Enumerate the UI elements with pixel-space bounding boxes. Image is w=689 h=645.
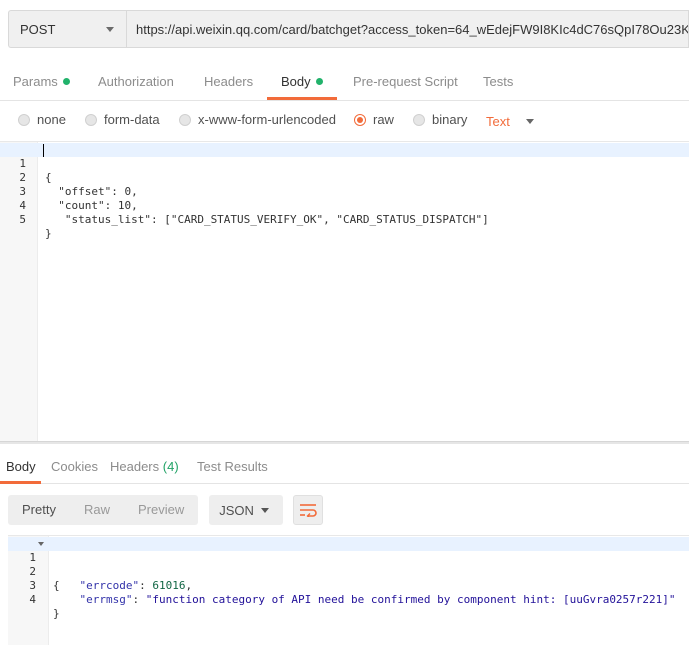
json-key: "errmsg" bbox=[79, 593, 133, 606]
radio-circle-icon bbox=[413, 113, 425, 126]
content-type-label: Text bbox=[486, 114, 510, 129]
url-input[interactable]: https://api.weixin.qq.com/card/batchget?… bbox=[126, 10, 689, 48]
status-dot-icon bbox=[62, 78, 70, 85]
radio-urlencoded-label: x-www-form-urlencoded bbox=[198, 112, 336, 127]
code-text: "errcode": 61016, bbox=[79, 579, 193, 592]
response-tab-test-results[interactable]: Test Results bbox=[197, 459, 268, 474]
line-number: 5 bbox=[19, 213, 26, 226]
tab-authorization[interactable]: Authorization bbox=[98, 74, 174, 89]
radio-raw[interactable]: raw bbox=[354, 112, 394, 127]
code-text: } bbox=[53, 607, 60, 620]
tab-params[interactable]: Params bbox=[13, 74, 70, 89]
radio-binary[interactable]: binary bbox=[413, 112, 467, 127]
raw-button[interactable]: Raw bbox=[70, 495, 124, 525]
request-tabs: Params Authorization Headers Body Pre-re… bbox=[0, 64, 689, 101]
wrap-lines-button[interactable] bbox=[293, 495, 324, 525]
radio-form-data[interactable]: form-data bbox=[85, 112, 160, 127]
wrap-lines-icon bbox=[300, 504, 317, 517]
code-text: } bbox=[45, 227, 52, 240]
code-line: 3 "errmsg": "function category of API ne… bbox=[8, 565, 675, 606]
radio-urlencoded[interactable]: x-www-form-urlencoded bbox=[179, 112, 336, 127]
response-toolbar: Pretty Raw Preview JSON bbox=[8, 495, 324, 525]
method-label: POST bbox=[20, 21, 56, 37]
format-select[interactable]: JSON bbox=[209, 495, 284, 525]
body-type-row: none form-data x-www-form-urlencoded raw… bbox=[0, 101, 689, 141]
headers-count-badge: (4) bbox=[162, 459, 179, 474]
radio-binary-label: binary bbox=[432, 112, 468, 127]
radio-form-data-label: form-data bbox=[104, 112, 160, 127]
code-line: 1 { bbox=[0, 143, 51, 184]
radio-selected-icon bbox=[354, 113, 366, 126]
line-number: 4 bbox=[29, 593, 36, 606]
code-text: { bbox=[45, 171, 52, 184]
code-text: "errmsg": "function category of API need… bbox=[79, 593, 676, 606]
radio-none[interactable]: none bbox=[18, 112, 66, 127]
radio-raw-label: raw bbox=[373, 112, 394, 127]
active-tab-indicator bbox=[0, 481, 41, 484]
response-tab-headers-label: Headers bbox=[110, 459, 160, 474]
format-label: JSON bbox=[219, 502, 254, 518]
code-text: "status_list": ["CARD_STATUS_VERIFY_OK",… bbox=[45, 213, 489, 226]
active-line-highlight bbox=[0, 143, 689, 157]
code-line: 2 "offset": 0, bbox=[0, 157, 137, 198]
json-key: "errcode" bbox=[79, 579, 140, 592]
tab-pre-request-script[interactable]: Pre-request Script bbox=[353, 74, 458, 89]
response-body-viewer[interactable]: 1 { 2 "errcode": 61016, 3 "errmsg": "fun… bbox=[8, 535, 689, 645]
tab-headers[interactable]: Headers bbox=[204, 74, 253, 89]
code-line: 1 { bbox=[8, 537, 60, 592]
code-text: "offset": 0, bbox=[45, 185, 138, 198]
status-dot-icon bbox=[315, 78, 323, 85]
active-tab-indicator bbox=[267, 97, 337, 100]
response-tabs: Body Cookies Headers (4) Test Results bbox=[0, 444, 689, 484]
json-string: "function category of API need be confir… bbox=[145, 593, 676, 606]
pretty-button[interactable]: Pretty bbox=[8, 495, 70, 525]
response-tab-body[interactable]: Body bbox=[6, 459, 36, 474]
code-line: 4 "status_list": ["CARD_STATUS_VERIFY_OK… bbox=[0, 185, 488, 226]
tab-params-label: Params bbox=[13, 74, 58, 89]
chevron-down-icon bbox=[261, 507, 270, 513]
code-line: 3 "count": 10, bbox=[0, 171, 137, 212]
view-mode-switch: Pretty Raw Preview bbox=[8, 495, 199, 525]
url-bar: POST https://api.weixin.qq.com/card/batc… bbox=[8, 10, 689, 48]
chevron-down-icon bbox=[106, 26, 114, 32]
response-tab-cookies[interactable]: Cookies bbox=[51, 459, 98, 474]
method-select[interactable]: POST bbox=[8, 10, 126, 48]
active-line-highlight bbox=[8, 537, 689, 551]
content-type-select[interactable]: Text bbox=[486, 114, 534, 129]
code-line: 2 "errcode": 61016, bbox=[8, 551, 192, 592]
request-body-editor[interactable]: 1 { 2 "offset": 0, 3 "count": 10, 4 "sta… bbox=[0, 141, 689, 441]
tab-body-label: Body bbox=[281, 74, 311, 89]
fold-arrow-icon[interactable] bbox=[38, 542, 44, 546]
radio-circle-icon bbox=[85, 113, 97, 126]
text-cursor bbox=[43, 144, 44, 157]
tab-body[interactable]: Body bbox=[281, 74, 323, 89]
code-line: 5 } bbox=[0, 199, 51, 240]
json-number: 61016 bbox=[152, 579, 186, 592]
code-text: "count": 10, bbox=[45, 199, 138, 212]
radio-none-label: none bbox=[37, 112, 66, 127]
chevron-down-icon bbox=[525, 119, 534, 124]
radio-circle-icon bbox=[179, 113, 191, 126]
tab-tests[interactable]: Tests bbox=[483, 74, 513, 89]
code-line: 4 } bbox=[8, 579, 59, 620]
preview-button[interactable]: Preview bbox=[124, 495, 198, 525]
response-tab-headers[interactable]: Headers (4) bbox=[110, 459, 179, 474]
radio-circle-icon bbox=[18, 113, 30, 126]
